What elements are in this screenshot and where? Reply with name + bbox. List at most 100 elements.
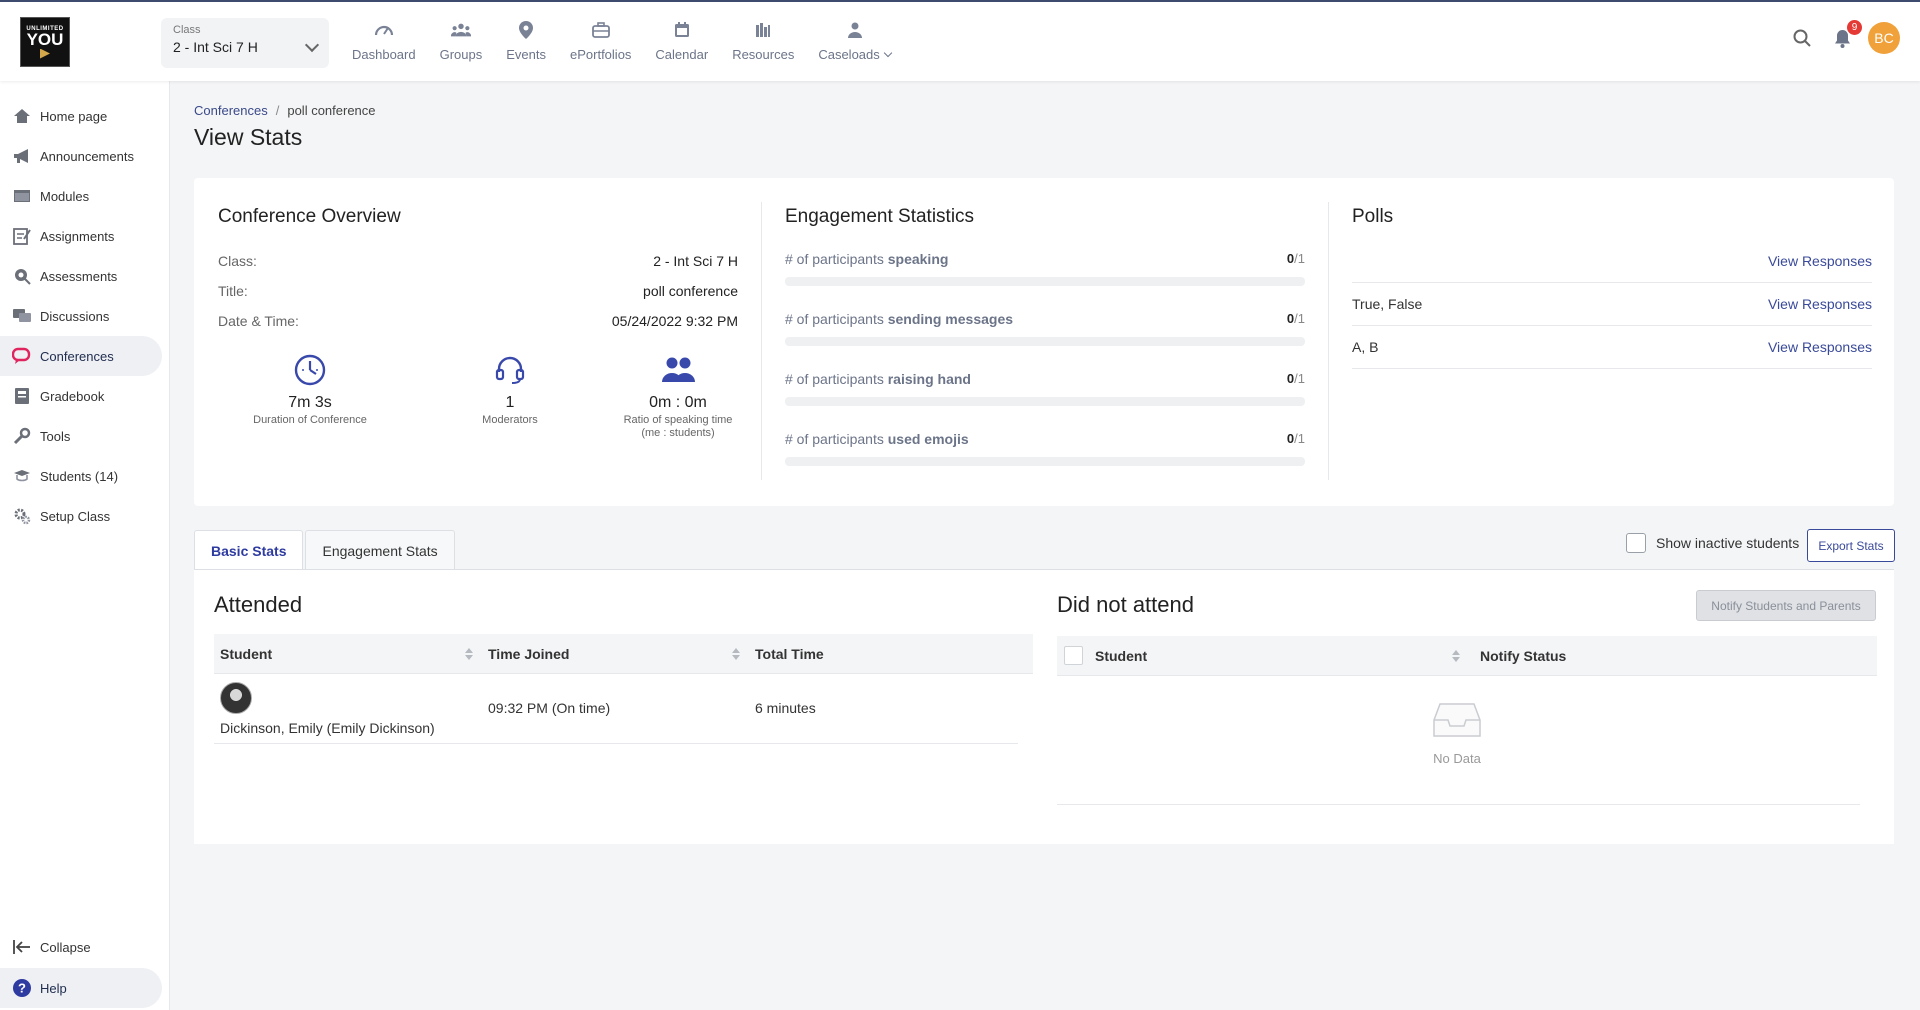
search-icon[interactable]	[1790, 26, 1814, 50]
nav-caseloads[interactable]: Caseloads	[806, 20, 902, 62]
select-all-checkbox[interactable]	[1064, 646, 1083, 665]
notify-students-parents-button[interactable]: Notify Students and Parents	[1696, 590, 1876, 621]
calendar-icon	[672, 20, 692, 40]
sidebar-item-modules[interactable]: Modules	[0, 176, 162, 216]
nav-eportfolios[interactable]: ePortfolios	[558, 20, 643, 62]
nav-calendar[interactable]: Calendar	[643, 20, 720, 62]
empty-inbox-icon	[1433, 703, 1481, 737]
tab-basic-stats[interactable]: Basic Stats	[194, 530, 304, 570]
briefcase-icon	[591, 20, 611, 40]
location-pin-icon	[516, 20, 536, 40]
sidebar-item-assignments[interactable]: Assignments	[0, 216, 162, 256]
sidebar-item-announcements[interactable]: Announcements	[0, 136, 162, 176]
column-total-time[interactable]: Total Time	[755, 634, 824, 674]
view-responses-link[interactable]: View Responses	[1768, 296, 1872, 312]
class-selector-value: 2 - Int Sci 7 H	[173, 39, 258, 55]
engagement-row-messages: # of participants sending messages 0/1	[785, 311, 1305, 346]
sidebar-item-discussions[interactable]: Discussions	[0, 296, 162, 336]
empty-state: No Data	[1057, 700, 1857, 766]
notification-count-badge: 9	[1847, 20, 1862, 35]
breadcrumb-link-conferences[interactable]: Conferences	[194, 103, 268, 118]
sidebar-item-setup-class[interactable]: Setup Class	[0, 496, 162, 536]
wrench-icon	[12, 426, 32, 446]
chat-icon	[12, 306, 32, 326]
help-button[interactable]: ? Help	[0, 968, 162, 1008]
conference-overview: Conference Overview Class: 2 - Int Sci 7…	[194, 178, 761, 506]
app-logo[interactable]: UNLIMITED YOU	[20, 17, 70, 67]
divider	[1057, 804, 1860, 805]
engagement-statistics: Engagement Statistics # of participants …	[785, 178, 1305, 506]
attended-table-header: Student Time Joined Total Time	[214, 634, 1033, 674]
gear-icon	[12, 506, 32, 526]
home-icon	[12, 106, 32, 126]
moderators-stat: 1 Moderators	[430, 352, 590, 427]
nav-dashboard[interactable]: Dashboard	[340, 20, 428, 62]
gradebook-icon	[12, 386, 32, 406]
collapse-left-icon	[12, 937, 32, 957]
time-joined: 09:32 PM (On time)	[488, 700, 611, 716]
sidebar-item-conferences[interactable]: Conferences	[0, 336, 162, 376]
collapse-button[interactable]: Collapse	[0, 927, 162, 967]
table-row: Dickinson, Emily (Emily Dickinson) 09:32…	[214, 674, 1018, 744]
poll-row: View Responses	[1352, 240, 1872, 283]
clock-icon	[230, 352, 390, 388]
people-icon	[598, 352, 758, 388]
sort-icon[interactable]	[732, 648, 740, 660]
column-divider	[761, 202, 762, 480]
checkbox-box[interactable]	[1626, 533, 1646, 553]
student-avatar	[220, 682, 252, 714]
sort-icon[interactable]	[1452, 650, 1460, 662]
total-time: 6 minutes	[755, 700, 816, 716]
logo-arrow-icon	[40, 48, 50, 59]
top-bar: UNLIMITED YOU Class 2 - Int Sci 7 H Dash…	[0, 0, 1920, 81]
progress-bar	[785, 337, 1305, 346]
person-icon	[845, 20, 865, 40]
tab-engagement-stats[interactable]: Engagement Stats	[305, 530, 455, 570]
sidebar-item-home-page[interactable]: Home page	[0, 96, 162, 136]
view-responses-link[interactable]: View Responses	[1768, 339, 1872, 355]
chevron-down-icon	[883, 48, 893, 58]
progress-bar	[785, 397, 1305, 406]
groups-icon	[450, 20, 471, 40]
sidebar-item-students[interactable]: Students (14)	[0, 456, 162, 496]
nav-groups[interactable]: Groups	[428, 20, 495, 62]
stats-tabs: Basic Stats Engagement Stats	[194, 530, 457, 570]
user-avatar[interactable]: BC	[1868, 22, 1900, 54]
library-icon	[753, 20, 773, 40]
sidebar-item-tools[interactable]: Tools	[0, 416, 162, 456]
column-student[interactable]: Student	[1095, 636, 1147, 676]
polls: Polls View Responses True, False View Re…	[1352, 178, 1872, 506]
overview-title-row: Title: poll conference	[218, 283, 738, 299]
conference-stats-card: Conference Overview Class: 2 - Int Sci 7…	[194, 178, 1894, 506]
class-selector[interactable]: Class 2 - Int Sci 7 H	[161, 18, 329, 68]
nav-resources[interactable]: Resources	[720, 20, 806, 62]
export-stats-button[interactable]: Export Stats	[1807, 529, 1895, 562]
student-name: Dickinson, Emily (Emily Dickinson)	[220, 720, 435, 736]
conference-overview-title: Conference Overview	[218, 206, 401, 227]
nav-events[interactable]: Events	[494, 20, 558, 62]
show-inactive-students-checkbox[interactable]: Show inactive students	[1626, 533, 1799, 553]
folder-icon	[12, 186, 32, 206]
sidebar-item-assessments[interactable]: Assessments	[0, 256, 162, 296]
poll-row: A, B View Responses	[1352, 326, 1872, 369]
conference-icon	[12, 346, 32, 366]
overview-datetime-row: Date & Time: 05/24/2022 9:32 PM	[218, 313, 738, 329]
overview-class-row: Class: 2 - Int Sci 7 H	[218, 253, 738, 269]
sidebar-item-gradebook[interactable]: Gradebook	[0, 376, 162, 416]
notifications-button[interactable]: 9	[1830, 20, 1862, 50]
column-notify-status[interactable]: Notify Status	[1480, 636, 1566, 676]
breadcrumb: Conferences / poll conference	[194, 103, 376, 118]
sort-icon[interactable]	[465, 648, 473, 660]
class-selector-label: Class	[173, 24, 201, 36]
breadcrumb-current: poll conference	[287, 103, 376, 118]
engagement-row-emojis: # of participants used emojis 0/1	[785, 431, 1305, 466]
headset-icon	[430, 352, 590, 388]
engagement-row-speaking: # of participants speaking 0/1	[785, 251, 1305, 286]
svg-text:?: ?	[18, 981, 26, 996]
view-responses-link[interactable]: View Responses	[1768, 253, 1872, 269]
help-icon: ?	[12, 978, 32, 998]
column-student[interactable]: Student	[220, 634, 272, 674]
assignment-icon	[12, 226, 32, 246]
did-not-attend-title: Did not attend	[1057, 592, 1194, 617]
column-time-joined[interactable]: Time Joined	[488, 634, 569, 674]
